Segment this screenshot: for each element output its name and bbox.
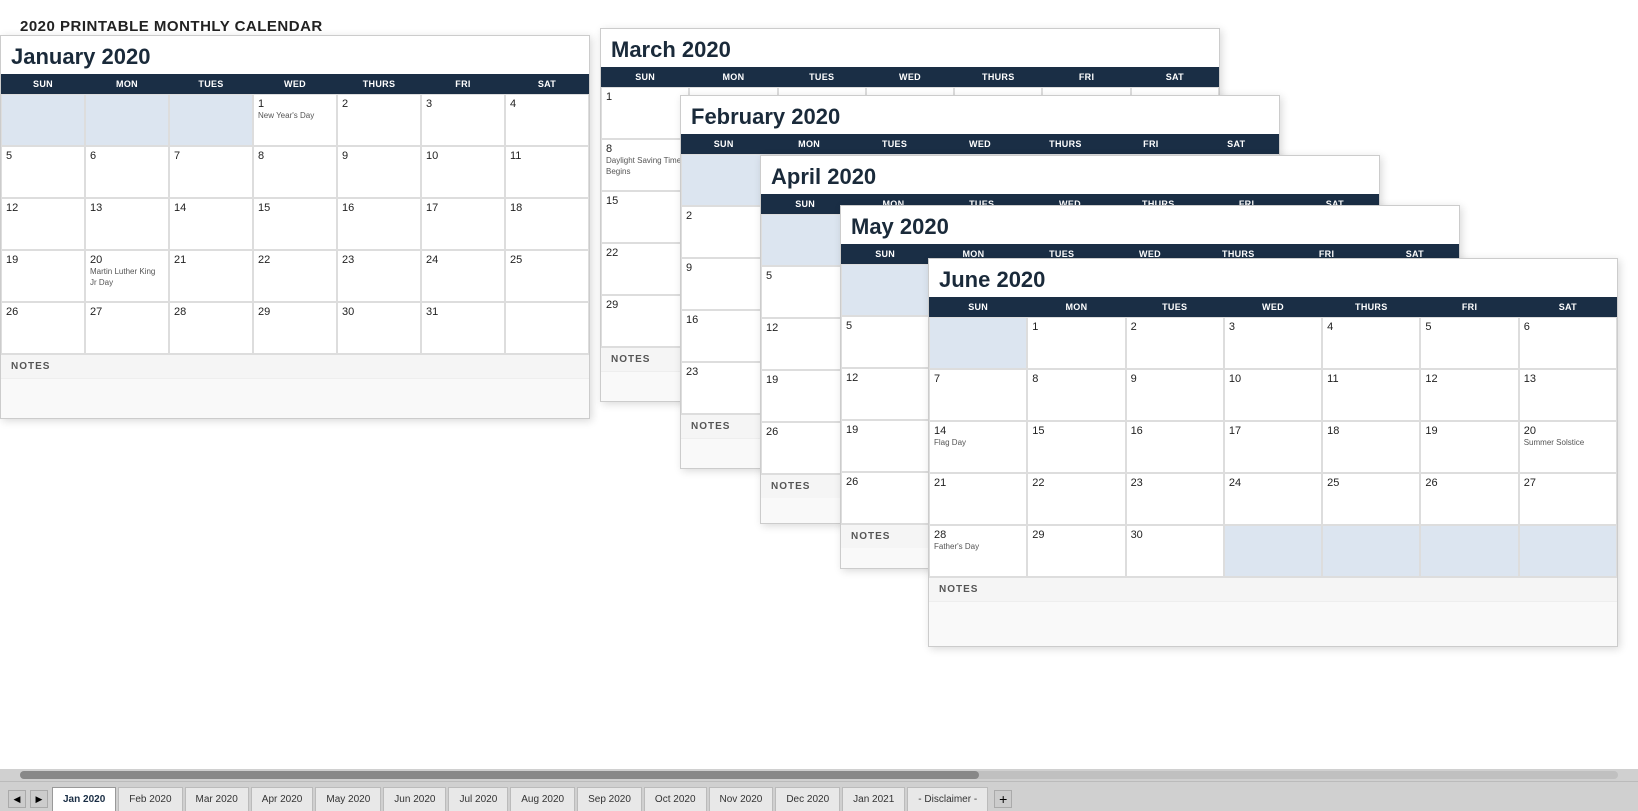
tab-jan-2020[interactable]: Jan 2020: [52, 787, 116, 811]
february-title: February 2020: [681, 96, 1279, 134]
june-title: June 2020: [929, 259, 1617, 297]
tab-feb-2020[interactable]: Feb 2020: [118, 787, 182, 811]
tab-mar-2020[interactable]: Mar 2020: [185, 787, 249, 811]
january-header: SUN MON TUES WED THURS FRI SAT: [1, 74, 589, 94]
tab-nav-right[interactable]: ▶: [30, 790, 48, 808]
may-title: May 2020: [841, 206, 1459, 244]
tab-jan-2021[interactable]: Jan 2021: [842, 787, 905, 811]
june-notes: NOTES: [929, 577, 1617, 601]
tab-sep-2020[interactable]: Sep 2020: [577, 787, 642, 811]
tab-oct-2020[interactable]: Oct 2020: [644, 787, 707, 811]
horizontal-scrollbar[interactable]: [0, 769, 1638, 781]
june-grid: 1 2 3 4 5 6 7 8 9 10 11 12 13 14Flag Day…: [929, 317, 1617, 577]
tab-jun-2020[interactable]: Jun 2020: [383, 787, 446, 811]
scrollbar-track[interactable]: [20, 771, 1618, 779]
april-title: April 2020: [761, 156, 1379, 194]
tab-may-2020[interactable]: May 2020: [315, 787, 381, 811]
march-header: SUN MON TUES WED THURS FRI SAT: [601, 67, 1219, 87]
tab-nov-2020[interactable]: Nov 2020: [709, 787, 774, 811]
june-header: SUN MON TUES WED THURS FRI SAT: [929, 297, 1617, 317]
tab-dec-2020[interactable]: Dec 2020: [775, 787, 840, 811]
march-title: March 2020: [601, 29, 1219, 67]
main-content: 2020 PRINTABLE MONTHLY CALENDAR January …: [0, 0, 1638, 769]
tab-disclaimer[interactable]: - Disclaimer -: [907, 787, 988, 811]
tab-add-button[interactable]: +: [994, 790, 1012, 808]
tab-aug-2020[interactable]: Aug 2020: [510, 787, 575, 811]
tab-jul-2020[interactable]: Jul 2020: [448, 787, 508, 811]
tab-bar: ◀ ▶ Jan 2020 Feb 2020 Mar 2020 Apr 2020 …: [0, 781, 1638, 811]
january-notes: NOTES: [1, 354, 589, 378]
june-calendar: June 2020 SUN MON TUES WED THURS FRI SAT…: [928, 258, 1618, 647]
tab-apr-2020[interactable]: Apr 2020: [251, 787, 314, 811]
tab-nav-left[interactable]: ◀: [8, 790, 26, 808]
january-calendar: January 2020 SUN MON TUES WED THURS FRI …: [0, 35, 590, 419]
scrollbar-thumb[interactable]: [20, 771, 979, 779]
app-container: 2020 PRINTABLE MONTHLY CALENDAR January …: [0, 0, 1638, 811]
january-grid: 1New Year's Day 2 3 4 5 6 7 8 9 10 11 12…: [1, 94, 589, 354]
february-header: SUN MON TUES WED THURS FRI SAT: [681, 134, 1279, 154]
january-title: January 2020: [1, 36, 589, 74]
